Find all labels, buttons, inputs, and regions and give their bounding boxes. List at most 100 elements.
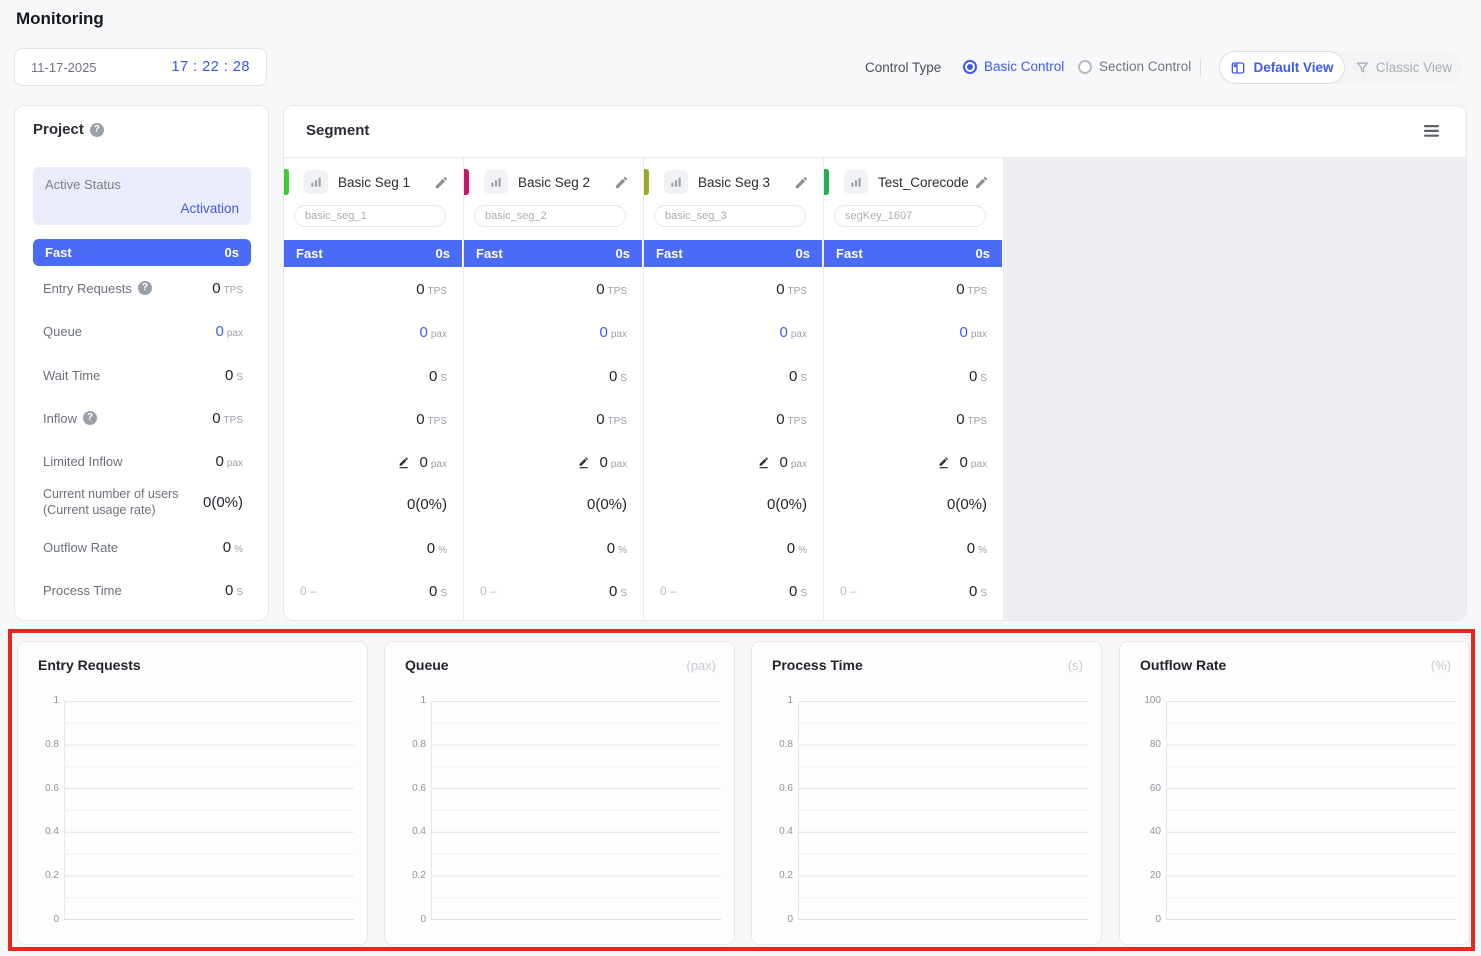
segment-color-bar [644,169,649,195]
edit-pencil-icon[interactable] [434,175,449,190]
cell-queue: 0pax [300,320,447,344]
edit-value-icon[interactable] [398,456,411,469]
segment-panel: Segment Basic Seg 1 Fast 0s 0TPS 0pax 0S… [283,105,1467,621]
entry-requests-chart: 1 0.8 0.6 0.4 0.2 0 [18,701,354,920]
cell-process-time: 0 – 0S [840,579,987,603]
default-view-label: Default View [1253,60,1333,75]
bar-chart-icon [304,170,328,194]
funnel-filter-icon [1355,60,1370,75]
help-icon[interactable] [138,281,152,295]
cell-queue: 0pax [840,320,987,344]
segment-column: Test_Corecode Fast 0s 0TPS 0pax 0S 0TPS … [824,157,1004,620]
datetime-picker[interactable]: 11-17-2025 17 : 22 : 28 [14,48,267,86]
cell-inflow: 0TPS [300,407,447,431]
active-status-label: Active Status [45,177,121,192]
menu-icon[interactable] [1424,124,1440,138]
control-type-label: Control Type [865,60,941,75]
plot-area [431,701,721,920]
segment-header: Segment [284,106,1466,158]
segment-column: Basic Seg 2 Fast 0s 0TPS 0pax 0S 0TPS 0p… [464,157,644,620]
segment-empty-area [1004,157,1466,620]
cell-current-usage: 0(0%) [300,492,447,516]
cell-process-time: 0 – 0S [660,579,807,603]
cell-process-time: 0 – 0S [300,579,447,603]
project-row-inflow: Inflow 0TPS [43,406,243,430]
segment-name: Basic Seg 1 [338,175,410,190]
segment-name: Test_Corecode [878,175,969,190]
edit-value-icon[interactable] [758,456,771,469]
radio-unselected-icon[interactable] [1078,60,1092,74]
segment-title: Segment [306,122,369,139]
fast-value: 0s [225,245,239,260]
cell-entry-requests: 0TPS [840,277,987,301]
help-icon[interactable] [90,123,104,137]
activation-link[interactable]: Activation [180,201,239,216]
divider [1200,59,1201,76]
cell-entry-requests: 0TPS [300,277,447,301]
fast-label: Fast [45,245,72,260]
fast-status-bar[interactable]: Fast 0s [824,240,1002,267]
segment-key-input[interactable] [474,205,626,227]
edit-pencil-icon[interactable] [974,175,989,190]
radio-section-control[interactable]: Section Control [1078,59,1191,74]
view-toggle: Default View Classic View [1219,51,1462,84]
time-value: 17 : 22 : 28 [171,59,250,75]
cell-outflow-rate: 0% [300,536,447,560]
default-view-button[interactable]: Default View [1219,51,1345,84]
project-row-limited-inflow: Limited Inflow 0pax [43,449,243,473]
fast-status-bar[interactable]: Fast 0s [284,240,462,267]
cell-process-time: 0 – 0S [480,579,627,603]
cell-wait-time: 0S [840,364,987,388]
radio-section-label[interactable]: Section Control [1099,59,1191,74]
segment-key-input[interactable] [834,205,986,227]
monitoring-page: Monitoring 11-17-2025 17 : 22 : 28 Contr… [0,0,1481,956]
edit-value-icon[interactable] [578,456,591,469]
fast-status-bar[interactable]: Fast 0s [33,239,251,266]
page-title: Monitoring [16,9,104,29]
project-row-queue: Queue 0pax [43,319,243,343]
process-min-label: 0 – [660,584,677,598]
segment-column: Basic Seg 1 Fast 0s 0TPS 0pax 0S 0TPS 0p… [284,157,464,620]
cell-outflow-rate: 0% [480,536,627,560]
bar-chart-icon [484,170,508,194]
project-row-wait-time: Wait Time 0S [43,363,243,387]
edit-pencil-icon[interactable] [794,175,809,190]
cell-current-usage: 0(0%) [840,492,987,516]
segment-column: Basic Seg 3 Fast 0s 0TPS 0pax 0S 0TPS 0p… [644,157,824,620]
segment-key-input[interactable] [294,205,446,227]
cell-inflow: 0TPS [840,407,987,431]
plot-area [64,701,354,920]
bar-chart-icon [844,170,868,194]
cell-queue: 0pax [480,320,627,344]
chart-unit: (pax) [686,658,716,673]
segment-color-bar [824,169,829,195]
cell-limited-inflow: 0pax [840,450,987,474]
fast-status-bar[interactable]: Fast 0s [464,240,642,267]
segment-name: Basic Seg 3 [698,175,770,190]
process-min-label: 0 – [840,584,857,598]
classic-view-button[interactable]: Classic View [1345,51,1462,84]
project-row-process-time: Process Time 0S [43,578,243,602]
cell-entry-requests: 0TPS [660,277,807,301]
segment-color-bar [284,169,289,195]
edit-value-icon[interactable] [938,456,951,469]
cell-limited-inflow: 0pax [480,450,627,474]
queue-chart: 1 0.8 0.6 0.4 0.2 0 [385,701,721,920]
edit-pencil-icon[interactable] [614,175,629,190]
segment-key-input[interactable] [654,205,806,227]
cell-queue: 0pax [660,320,807,344]
fast-status-bar[interactable]: Fast 0s [644,240,822,267]
outflow-rate-chart: 100 80 60 40 20 0 [1120,701,1456,920]
help-icon[interactable] [83,411,97,425]
cell-limited-inflow: 0pax [660,450,807,474]
chart-card-process-time: Process Time (s) 1 0.8 0.6 0.4 0.2 0 [751,641,1102,945]
segment-color-bar [464,169,469,195]
radio-basic-control[interactable]: Basic Control [963,59,1064,74]
chart-card-queue: Queue (pax) 1 0.8 0.6 0.4 0.2 0 [384,641,735,945]
radio-selected-icon[interactable] [963,60,977,74]
project-row-current-usage: Current number of users (Current usage r… [43,480,243,524]
project-panel: Project Active Status Activation Fast 0s… [14,105,269,621]
plot-area [798,701,1088,920]
cell-outflow-rate: 0% [840,536,987,560]
radio-basic-label[interactable]: Basic Control [984,59,1064,74]
